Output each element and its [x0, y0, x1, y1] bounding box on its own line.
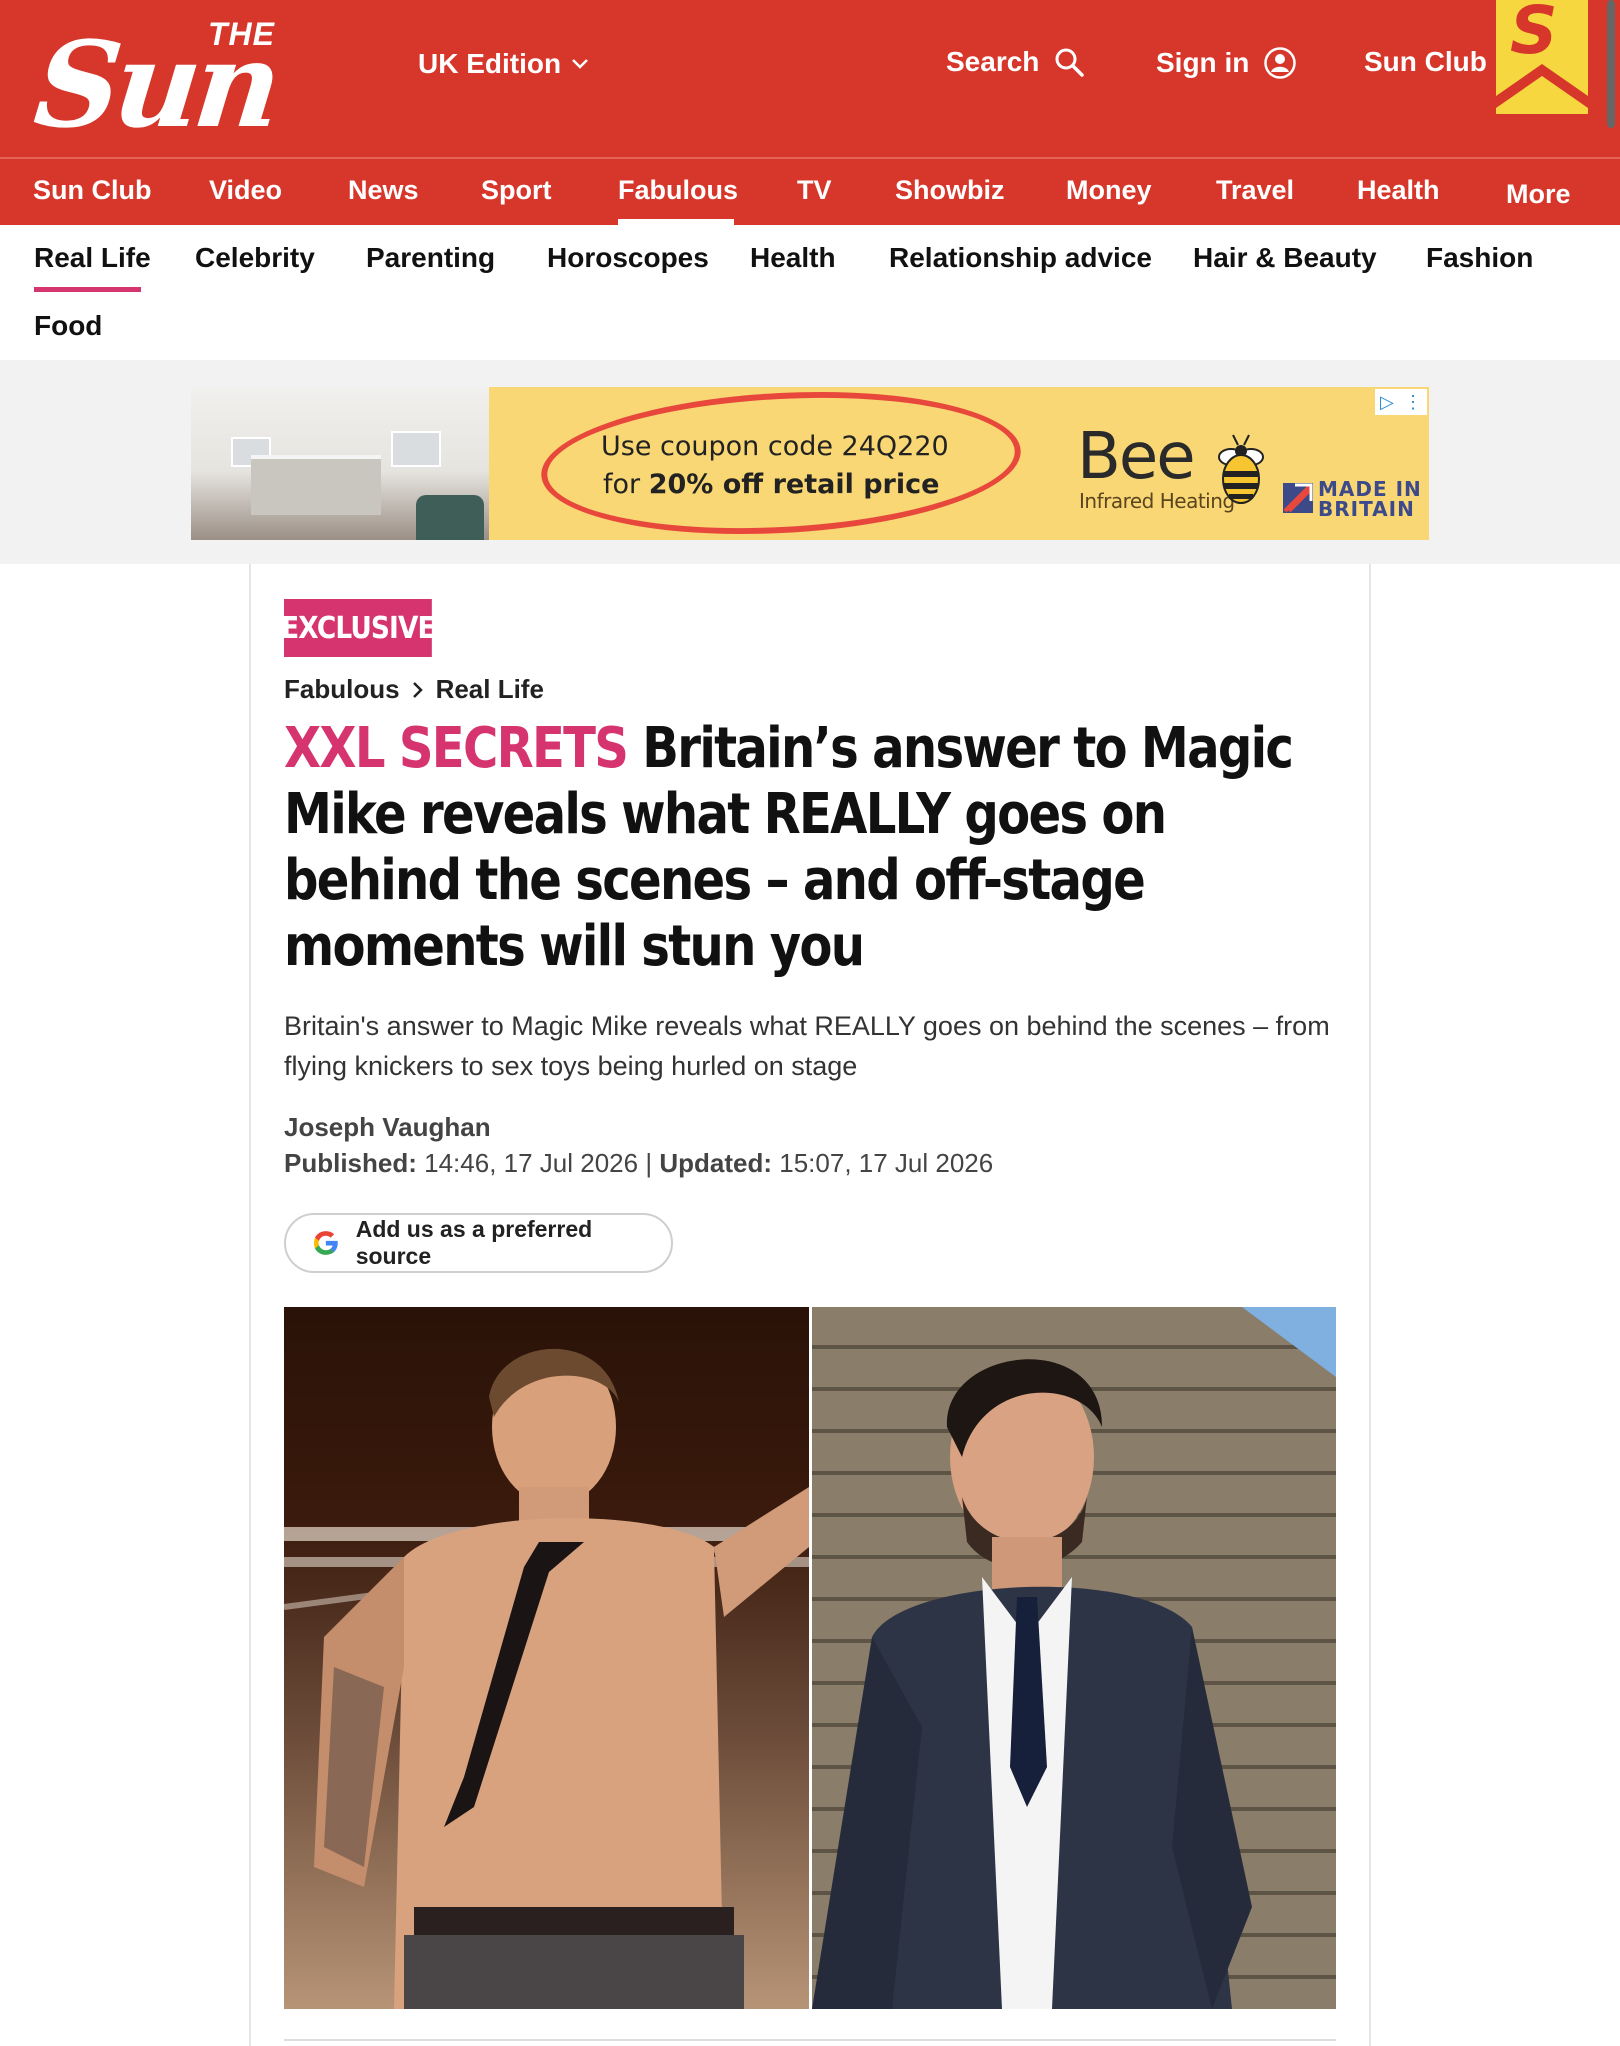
sun-club-label: Sun Club	[1364, 46, 1487, 77]
site-header: THE Sun UK Edition Search Sign in Sun Cl…	[0, 0, 1620, 157]
nav-sun-club[interactable]: Sun Club	[33, 175, 151, 206]
breadcrumb: Fabulous Real Life	[284, 674, 544, 705]
nav-health[interactable]: Health	[1357, 175, 1440, 206]
subnav-parenting[interactable]: Parenting	[366, 242, 495, 274]
subnav-real-life[interactable]: Real Life	[34, 242, 151, 274]
logo-sun-text: Sun	[28, 15, 283, 154]
lead-image-performer[interactable]	[284, 1307, 809, 2009]
published-label: Published:	[284, 1148, 417, 1178]
ad-play-icon: ▷	[1380, 391, 1394, 412]
active-subnav-indicator	[34, 287, 141, 292]
google-icon	[313, 1231, 338, 1255]
preferred-source-label: Add us as a preferred source	[355, 1216, 593, 1269]
sun-logo[interactable]: THE Sun	[29, 12, 396, 154]
nav-fabulous[interactable]: Fabulous	[618, 175, 738, 206]
advert-kitchen-image	[191, 387, 489, 540]
subnav-celebrity[interactable]: Celebrity	[195, 242, 315, 274]
chevron-down-icon	[572, 59, 588, 69]
page-scrollbar[interactable]	[1607, 0, 1615, 128]
suit-illustration	[812, 1307, 1336, 2009]
made-in-britain-mark: MADE IN BRITAIN	[1318, 477, 1422, 521]
bee-icon	[1218, 434, 1264, 504]
divider	[284, 2039, 1336, 2041]
headline-kicker: XXL SECRETS	[284, 716, 629, 781]
sun-club-link[interactable]: Sun Club	[1364, 46, 1487, 78]
sign-in-label: Sign in	[1156, 47, 1250, 78]
advert-banner[interactable]: Use coupon code 24Q220 for 20% off retai…	[191, 387, 1429, 540]
updated-label: Updated:	[659, 1148, 773, 1178]
chevron-up-icon	[1496, 64, 1588, 108]
edition-label: UK Edition	[418, 48, 562, 79]
chevron-right-icon	[412, 681, 423, 698]
nav-video[interactable]: Video	[209, 175, 282, 206]
uk-flag-icon	[1283, 483, 1313, 513]
nav-travel[interactable]: Travel	[1216, 175, 1294, 206]
subnav-hair-beauty[interactable]: Hair & Beauty	[1193, 242, 1377, 274]
date-separator: |	[645, 1148, 653, 1178]
article-dates: Published: 14:46, 17 Jul 2026 | Updated:…	[284, 1148, 993, 1179]
subnav-fashion[interactable]: Fashion	[1426, 242, 1533, 274]
more-vertical-icon: ⋮	[1403, 391, 1422, 412]
article-headline: XXL SECRETS Britain’s answer to Magic Mi…	[284, 716, 1344, 980]
subnav-horoscopes[interactable]: Horoscopes	[547, 242, 709, 274]
subnav-food[interactable]: Food	[34, 310, 102, 342]
nav-sport[interactable]: Sport	[481, 175, 552, 206]
search-label: Search	[946, 46, 1040, 77]
published-value: 14:46, 17 Jul 2026	[424, 1148, 639, 1178]
user-icon	[1264, 47, 1297, 79]
edition-selector[interactable]: UK Edition	[418, 48, 589, 80]
subnav-health[interactable]: Health	[750, 242, 836, 274]
nav-more[interactable]: More	[1506, 179, 1571, 210]
search-button[interactable]: Search	[946, 46, 1085, 78]
search-icon	[1055, 48, 1085, 77]
coupon-circle	[537, 387, 1025, 540]
nav-money[interactable]: Money	[1066, 175, 1152, 206]
breadcrumb-fabulous[interactable]: Fabulous	[284, 674, 400, 705]
updated-value: 15:07, 17 Jul 2026	[779, 1148, 994, 1178]
lead-image-suit[interactable]	[812, 1307, 1336, 2009]
sun-club-badge[interactable]: S	[1496, 0, 1588, 114]
exclusive-badge: EXCLUSIVE	[281, 599, 436, 657]
sign-in-button[interactable]: Sign in	[1156, 46, 1297, 80]
performer-illustration	[284, 1348, 809, 2009]
nav-news[interactable]: News	[348, 175, 419, 206]
nav-showbiz[interactable]: Showbiz	[895, 175, 1005, 206]
nav-tv[interactable]: TV	[797, 175, 832, 206]
preferred-source-button[interactable]: Add us as a preferred source	[284, 1213, 673, 1273]
advert-coupon-text: Use coupon code 24Q220	[601, 431, 949, 462]
breadcrumb-real-life[interactable]: Real Life	[436, 674, 544, 705]
secondary-nav: Real Life Celebrity Parenting Horoscopes…	[0, 225, 1620, 360]
subnav-relationship-advice[interactable]: Relationship advice	[889, 242, 1152, 274]
advert-band: Use coupon code 24Q220 for 20% off retai…	[0, 360, 1620, 564]
author-name[interactable]: Joseph Vaughan	[284, 1112, 491, 1143]
advert-discount-text: for 20% off retail price	[603, 469, 940, 500]
primary-nav: Sun Club Video News Sport Fabulous TV Sh…	[0, 157, 1620, 225]
advert-brand: Bee	[1077, 420, 1196, 494]
ad-choices-button[interactable]: ▷ ⋮	[1375, 389, 1427, 415]
article-standfirst: Britain's answer to Magic Mike reveals w…	[284, 1011, 1330, 1081]
